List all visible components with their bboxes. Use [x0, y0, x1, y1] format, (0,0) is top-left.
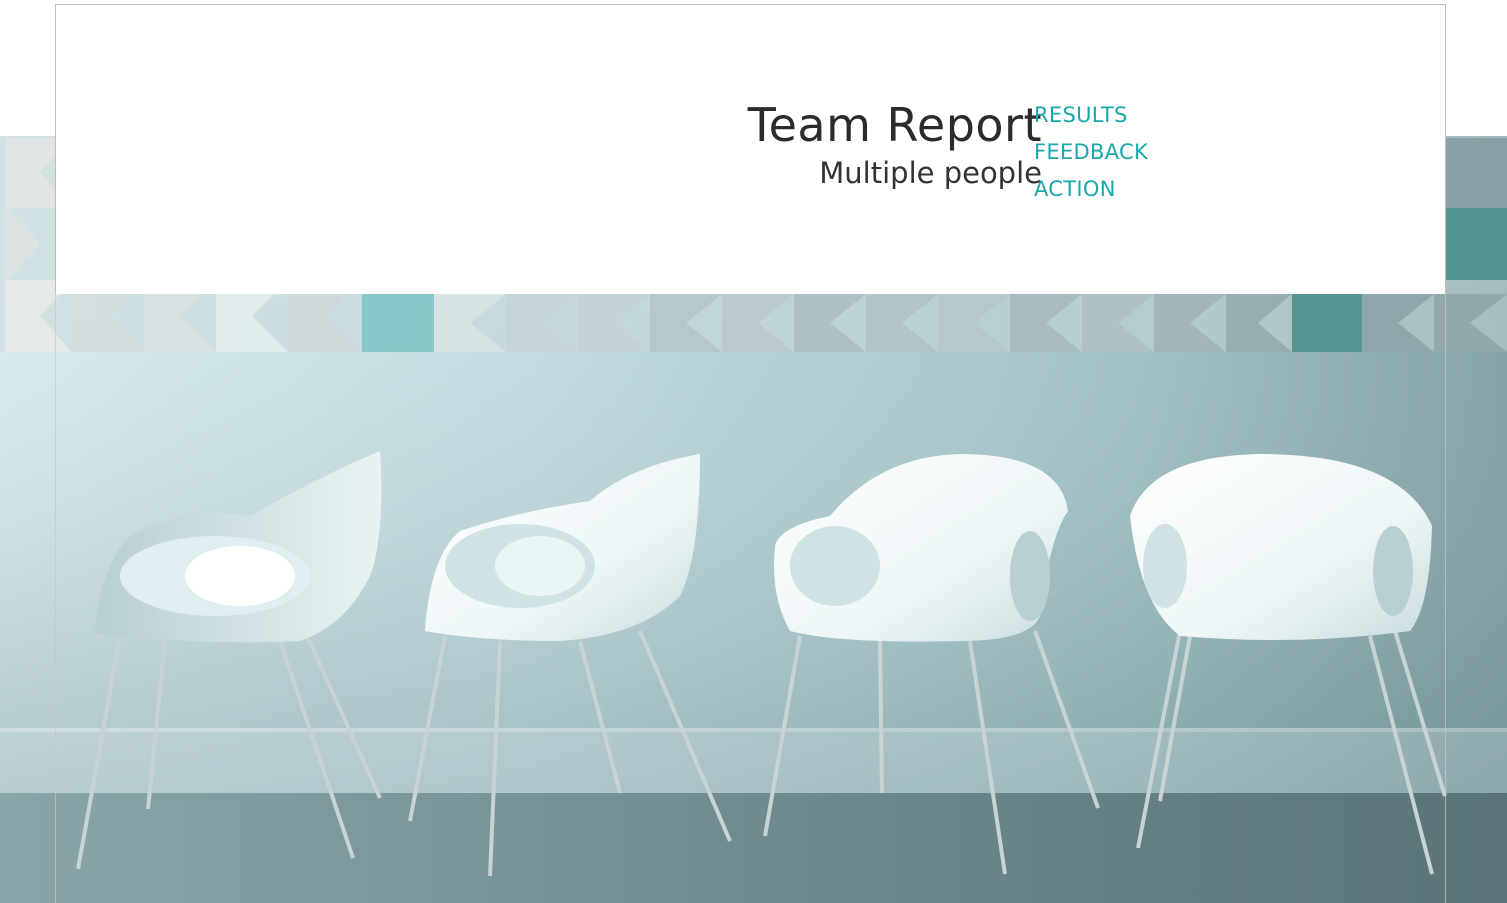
frame-line-left — [55, 294, 56, 903]
page-subtitle: Multiple people — [819, 156, 1042, 190]
section-nav: RESULTS FEEDBACK ACTION — [1034, 97, 1148, 208]
nav-item-results[interactable]: RESULTS — [1034, 97, 1148, 134]
nav-item-feedback[interactable]: FEEDBACK — [1034, 134, 1148, 171]
title-block: Team Report Multiple people — [748, 96, 1042, 190]
page-title: Team Report — [747, 98, 1042, 152]
report-cover-page: Team Report Multiple people RESULTS FEED… — [0, 0, 1507, 903]
frame-line-right — [1445, 294, 1446, 903]
nav-item-action[interactable]: ACTION — [1034, 171, 1148, 208]
